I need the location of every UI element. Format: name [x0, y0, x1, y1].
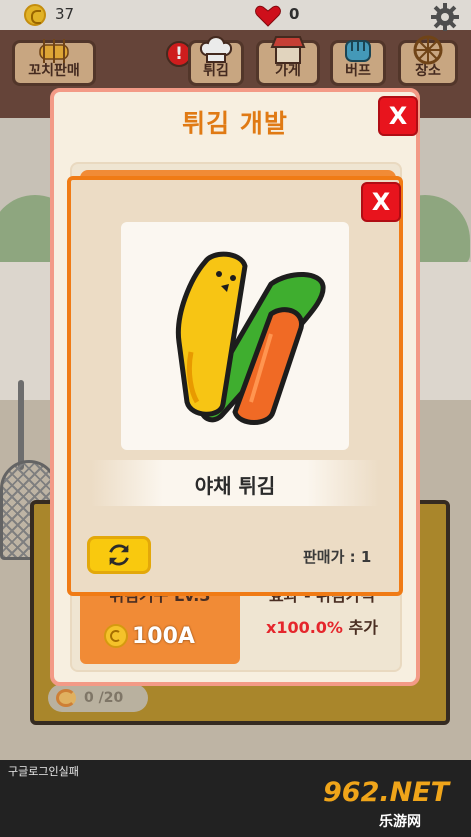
vegetable-tempura-icon: [175, 251, 326, 425]
upgrade-cost: 100A: [132, 624, 195, 649]
effect-value: x100.0% 추가: [248, 614, 396, 638]
item-name: 야채 튀김: [194, 474, 276, 498]
sale-price: 판매가 : 1: [303, 548, 372, 566]
login-status-text: 구글로그인실패: [8, 765, 79, 778]
status-bar: 구글로그인실패 962.NET 乐游网: [0, 760, 471, 837]
coin-icon: [104, 624, 128, 648]
item-image-frame: [121, 222, 349, 450]
panel-close-button[interactable]: X: [378, 96, 418, 136]
item-detail-card: X 야채 튀김 판매가 : 1: [67, 176, 403, 596]
refresh-icon: [109, 544, 129, 566]
effect-info: 효과 - 튀김가격 x100.0% 추가: [248, 584, 396, 664]
refresh-button[interactable]: [87, 536, 151, 574]
item-name-banner: 야채 튀김: [91, 460, 379, 506]
item-close-button[interactable]: X: [361, 182, 401, 222]
effect-multiplier: x100.0%: [266, 618, 343, 637]
panel-title: 튀김 개발: [182, 109, 288, 138]
site-watermark: 962.NET 乐游网: [323, 777, 463, 833]
watermark-logo: 962.NET: [323, 777, 450, 808]
effect-suffix: 추가: [348, 618, 378, 637]
upgrade-button[interactable]: 튀김기구 Lv.3 100A: [80, 584, 240, 664]
watermark-subtitle: 乐游网: [379, 814, 421, 830]
